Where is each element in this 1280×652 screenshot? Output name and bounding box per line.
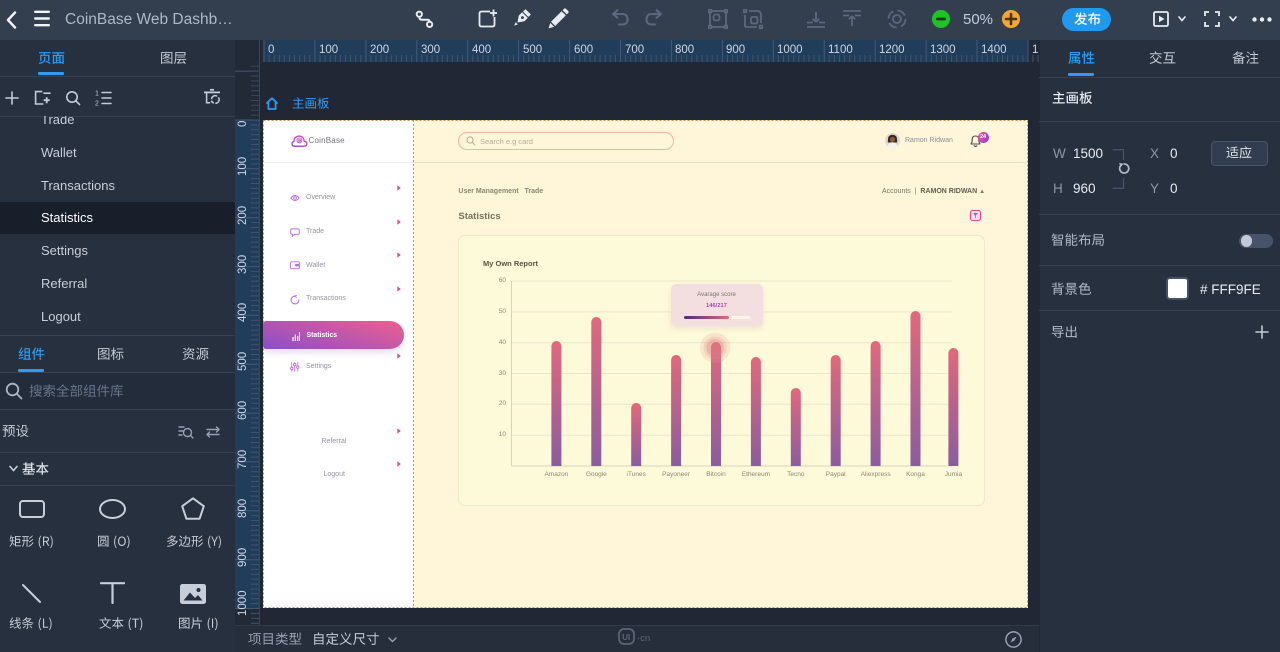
svg-text:1: 1 (95, 91, 99, 98)
svg-text:2: 2 (95, 101, 99, 107)
svg-text:·cn: ·cn (637, 633, 650, 644)
svg-text:UI: UI (622, 633, 630, 642)
